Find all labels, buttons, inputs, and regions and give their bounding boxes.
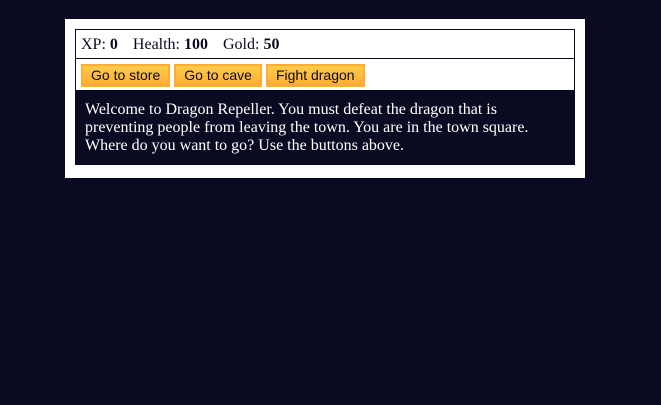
health-stat: Health: 100 bbox=[133, 35, 208, 55]
xp-value: 0 bbox=[109, 36, 118, 53]
health-label: Health: bbox=[132, 36, 180, 53]
gold-stat: Gold: 50 bbox=[223, 35, 279, 55]
gold-value: 50 bbox=[263, 36, 280, 53]
health-value: 100 bbox=[184, 36, 208, 53]
fight-dragon-button[interactable]: Fight dragon bbox=[265, 64, 365, 87]
xp-stat: XP: 0 bbox=[81, 35, 118, 55]
go-to-store-button[interactable]: Go to store bbox=[81, 64, 171, 87]
story-text: Welcome to Dragon Repeller. You must def… bbox=[75, 91, 575, 165]
controls-bar: Go to store Go to cave Fight dragon bbox=[75, 58, 575, 91]
xp-label: XP: bbox=[81, 36, 106, 53]
stats-bar: XP: 0 Health: 100 Gold: 50 bbox=[75, 29, 575, 59]
game-panel: XP: 0 Health: 100 Gold: 50 Go to store G… bbox=[65, 19, 585, 178]
gold-label: Gold: bbox=[223, 36, 260, 53]
go-to-cave-button[interactable]: Go to cave bbox=[174, 64, 262, 87]
